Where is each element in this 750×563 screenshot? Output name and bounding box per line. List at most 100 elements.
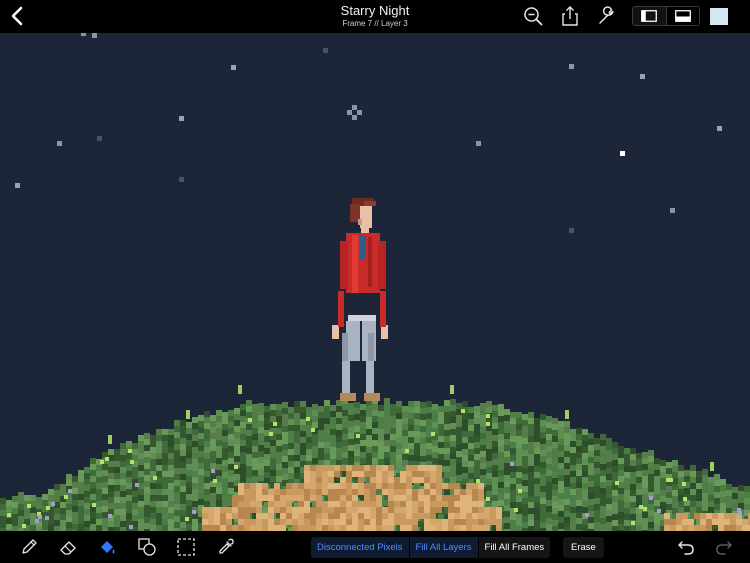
sand-pixel [352, 507, 358, 513]
grass-pixel [234, 474, 240, 480]
sand-pixel [310, 519, 316, 525]
pixel-artwork[interactable] [0, 33, 750, 531]
undo-button[interactable] [674, 536, 698, 558]
grass-pixel [234, 438, 240, 444]
grass-pixel [174, 510, 180, 516]
grass-pixel [486, 485, 492, 491]
grass-pixel [444, 448, 450, 454]
grass-pixel [528, 448, 534, 454]
sidebar-view-button[interactable] [633, 7, 666, 25]
fill-bucket-tool[interactable] [96, 536, 120, 558]
grass-pixel [258, 409, 264, 415]
sand-pixel [424, 477, 430, 483]
grass-pixel [660, 484, 666, 490]
grass-pixel [372, 422, 378, 428]
grass-pixel [192, 435, 198, 441]
fill-all-frames-toggle[interactable]: Fill All Frames [477, 537, 551, 558]
fill-all-layers-toggle[interactable]: Fill All Layers [408, 537, 478, 558]
grass-pixel [378, 417, 384, 423]
grass-pixel [576, 506, 582, 512]
selection-tool[interactable] [174, 536, 198, 558]
eraser-tool[interactable] [56, 536, 80, 558]
sprite-pixel [338, 291, 344, 327]
grass-pixel [600, 494, 606, 500]
grass-pixel [234, 420, 240, 426]
grass-pixel [180, 468, 186, 474]
sand-pixel [412, 507, 418, 513]
grass-pixel [90, 476, 96, 482]
grass-pixel [450, 465, 456, 471]
sand-pixel [310, 495, 316, 501]
grass-pixel [528, 418, 534, 424]
grass-pixel [228, 482, 234, 488]
sand-pixel [406, 471, 412, 477]
grass-pixel [186, 452, 192, 458]
sand-pixel [214, 513, 220, 519]
grass-pixel [60, 502, 66, 508]
sand-pixel [436, 519, 442, 525]
grass-pixel [660, 472, 666, 478]
grass-pixel [294, 401, 300, 407]
sand-pixel [334, 501, 340, 507]
grass-pixel [174, 480, 180, 486]
grass-pixel [360, 416, 366, 422]
sand-pixel [202, 513, 208, 519]
pencil-tool[interactable] [17, 536, 41, 558]
grass-pixel [714, 474, 720, 480]
redo-button[interactable] [712, 536, 736, 558]
erase-button[interactable]: Erase [563, 537, 604, 558]
disconnected-pixels-toggle[interactable]: Disconnected Pixels [311, 537, 409, 558]
eyedropper-tool[interactable] [214, 536, 238, 558]
grass-pixel [678, 465, 684, 471]
grass-pixel [288, 461, 294, 467]
grass-pixel [390, 422, 396, 428]
zoom-button[interactable] [522, 5, 544, 27]
grass-pixel [726, 502, 732, 508]
grass-pixel [522, 456, 528, 462]
grass-pixel [144, 463, 150, 469]
grass-pixel [180, 504, 186, 510]
sand-pixel [400, 495, 406, 501]
sand-pixel [328, 513, 334, 519]
grass-pixel [252, 440, 258, 446]
grass-pixel [618, 458, 624, 464]
grass-pixel [192, 423, 198, 429]
grass-pixel [168, 447, 174, 453]
sand-pixel [472, 483, 478, 489]
grass-pixel [474, 472, 480, 478]
settings-button[interactable] [596, 5, 618, 27]
grass-pixel [120, 515, 126, 521]
star [179, 116, 184, 121]
grass-pixel [612, 460, 618, 466]
grass-pixel [702, 493, 708, 499]
current-color-swatch[interactable] [710, 8, 728, 25]
grass-pixel [564, 439, 570, 445]
grass-pixel [480, 475, 486, 481]
grass-pixel [564, 427, 570, 433]
share-button[interactable] [559, 5, 581, 27]
grass-pixel [606, 474, 612, 480]
grass-pixel [498, 428, 504, 434]
document-title-area[interactable]: Starry Night Frame 7 // Layer 3 [275, 3, 475, 29]
grass-pixel [90, 470, 96, 476]
chevron-left-icon [11, 6, 23, 26]
grass-pixel [198, 451, 204, 457]
grass-pixel [84, 485, 90, 491]
grass-pixel [192, 465, 198, 471]
grass-pixel [360, 410, 366, 416]
grass-pixel [588, 523, 594, 529]
grass-pixel [354, 450, 360, 456]
sand-pixel [256, 519, 262, 525]
sand-pixel [712, 513, 718, 519]
pixel-canvas[interactable] [0, 33, 750, 531]
star [231, 65, 236, 70]
sand-pixel [400, 489, 406, 495]
grass-pixel [474, 424, 480, 430]
timeline-view-button[interactable] [665, 7, 700, 25]
grass-pixel [180, 444, 186, 450]
shapes-tool[interactable] [135, 536, 159, 558]
grass-fleck [100, 460, 104, 464]
grass-pixel [492, 423, 498, 429]
back-button[interactable] [6, 4, 28, 28]
grass-pixel [522, 438, 528, 444]
